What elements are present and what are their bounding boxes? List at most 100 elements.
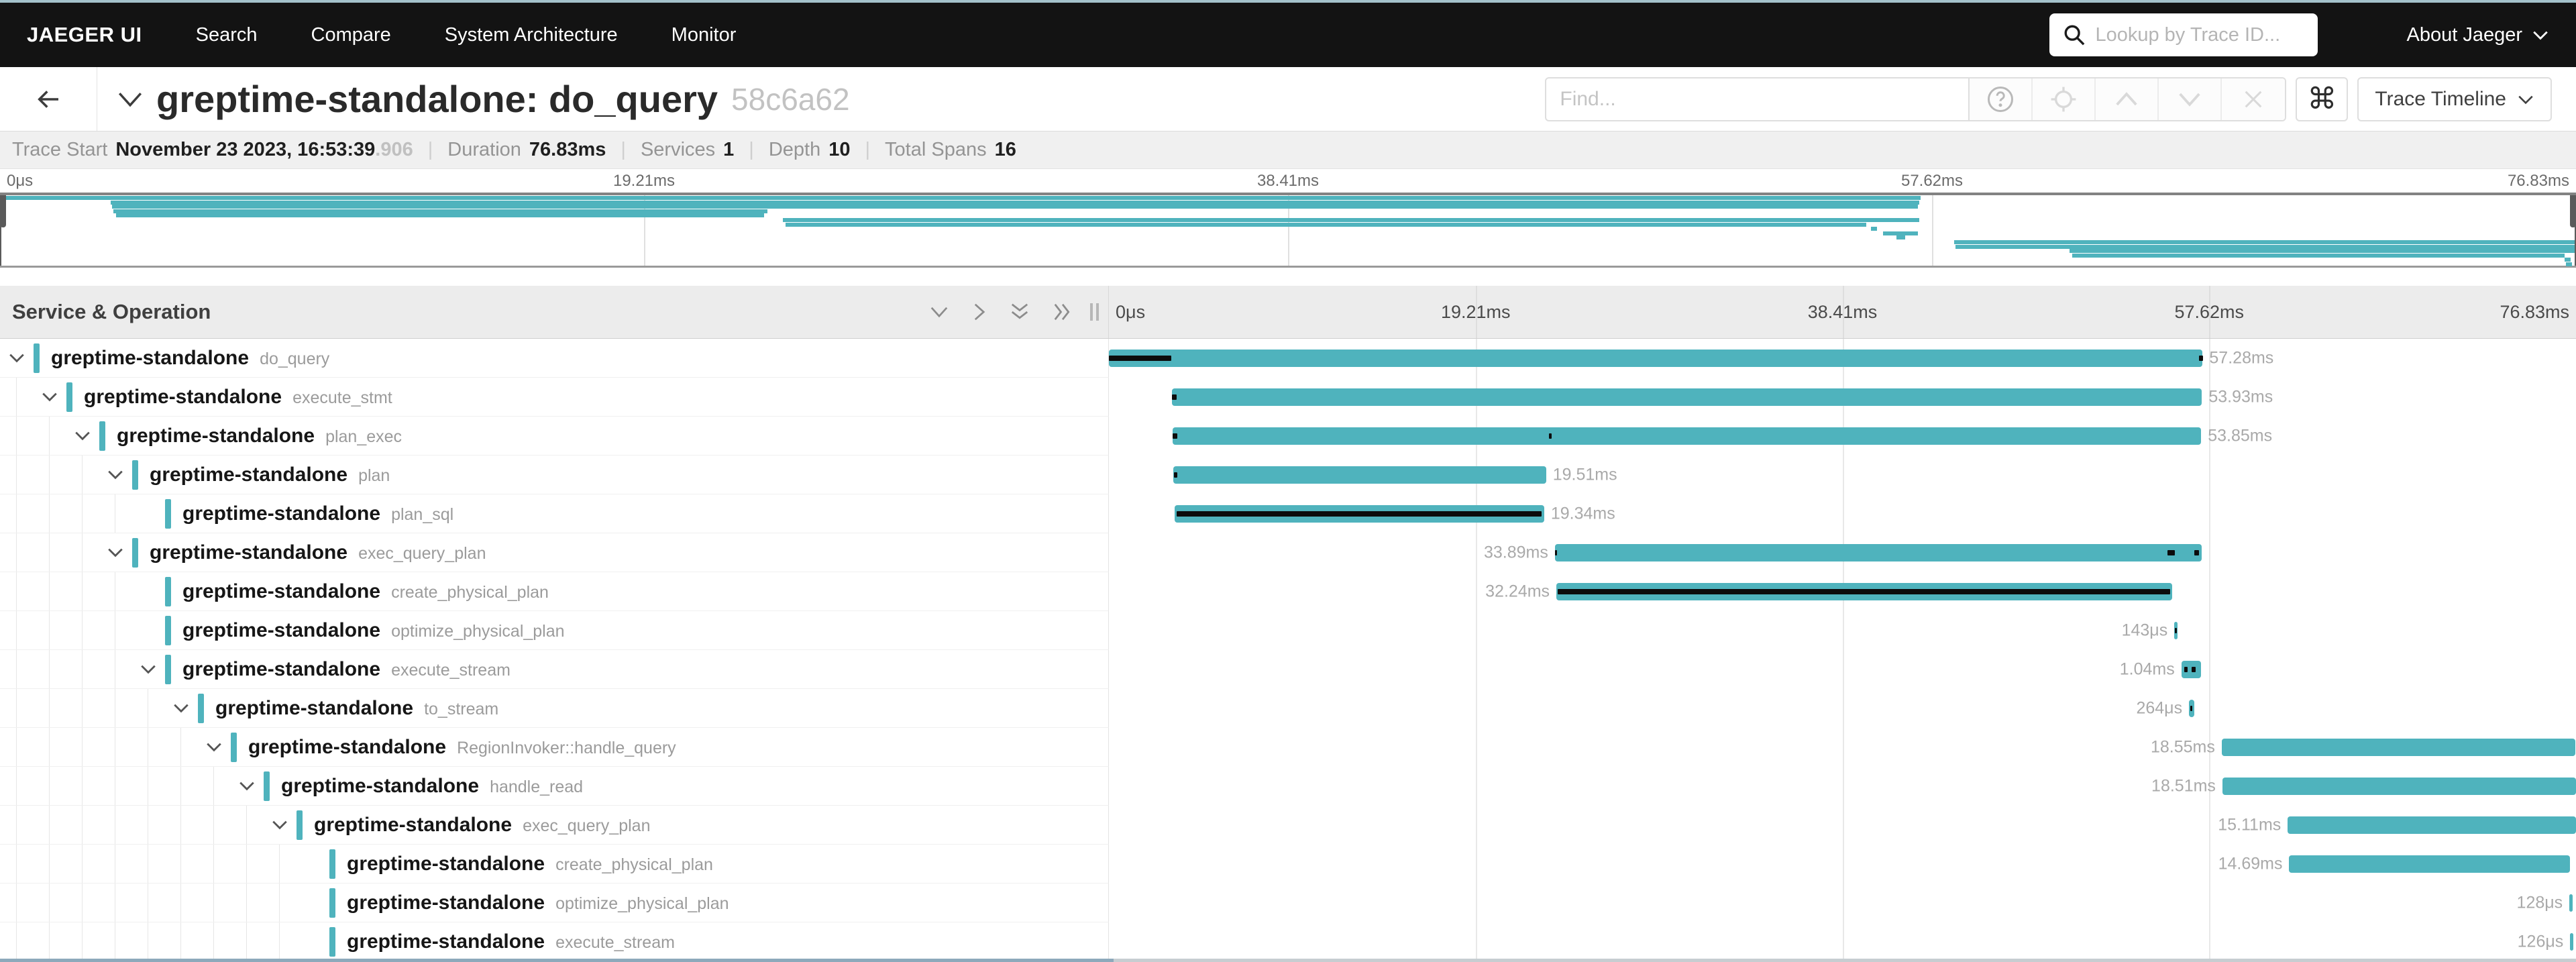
back-button[interactable] bbox=[0, 67, 97, 131]
span-name-cell[interactable]: greptime-standalonecreate_physical_plan bbox=[0, 572, 1109, 611]
find-clear-button[interactable] bbox=[2222, 78, 2285, 120]
span-labels: greptime-standalonehandle_read bbox=[281, 775, 583, 798]
span-name-cell[interactable]: greptime-standalonedo_query bbox=[0, 339, 1109, 378]
span-collapse-toggle[interactable] bbox=[205, 741, 223, 753]
minimap-scrubber-handle[interactable] bbox=[2570, 195, 2576, 227]
span-duration-bar[interactable] bbox=[2222, 778, 2576, 795]
tree-depth-guide bbox=[82, 845, 83, 883]
critical-path-segment bbox=[2199, 356, 2203, 361]
span-duration-bar[interactable] bbox=[1173, 466, 1546, 484]
span-color-bar bbox=[264, 771, 270, 801]
span-name-cell[interactable]: greptime-standalonecreate_physical_plan bbox=[0, 845, 1109, 884]
span-duration-bar[interactable] bbox=[2569, 894, 2573, 912]
span-duration-label: 14.69ms bbox=[2218, 855, 2283, 874]
tree-depth-guide bbox=[49, 650, 50, 688]
span-collapse-toggle[interactable] bbox=[107, 469, 124, 481]
span-collapse-toggle[interactable] bbox=[140, 663, 157, 676]
trace-view-selector[interactable]: Trace Timeline bbox=[2357, 77, 2552, 121]
minimap-scrubber-left[interactable] bbox=[0, 195, 1, 266]
tree-depth-guide bbox=[180, 884, 181, 922]
collapse-all-button[interactable] bbox=[929, 305, 949, 319]
tree-depth-guide bbox=[16, 728, 17, 766]
about-jaeger-menu[interactable]: About Jaeger bbox=[2406, 24, 2549, 46]
crosshair-icon bbox=[2049, 85, 2078, 113]
find-help-button[interactable] bbox=[1970, 78, 2033, 120]
span-row: greptime-standalonecreate_physical_plan 1… bbox=[0, 845, 2576, 884]
nav-link-compare[interactable]: Compare bbox=[311, 24, 391, 46]
keyboard-shortcuts-button[interactable]: ⌘ bbox=[2296, 77, 2348, 121]
chevron-down-icon bbox=[2517, 93, 2534, 105]
horizontal-scrollbar[interactable] bbox=[0, 959, 2576, 962]
find-input[interactable] bbox=[1560, 88, 1955, 111]
span-duration-bar[interactable] bbox=[2222, 739, 2575, 756]
span-duration-bar[interactable] bbox=[1109, 350, 2202, 367]
span-collapse-toggle[interactable] bbox=[41, 391, 58, 403]
span-name-cell[interactable]: greptime-standaloneoptimize_physical_pla… bbox=[0, 884, 1109, 922]
trace-minimap[interactable] bbox=[0, 193, 2576, 268]
span-service-name: greptime-standalone bbox=[150, 464, 347, 486]
span-name-cell[interactable]: greptime-standaloneexecute_stream bbox=[0, 650, 1109, 689]
tree-depth-guide bbox=[82, 806, 83, 844]
meta-label: Services bbox=[641, 139, 715, 161]
expand-all-button[interactable] bbox=[1010, 302, 1030, 322]
span-name-cell[interactable]: greptime-standaloneexecute_stmt bbox=[0, 378, 1109, 417]
span-name-cell[interactable]: greptime-standaloneplan bbox=[0, 456, 1109, 494]
span-collapse-toggle[interactable] bbox=[238, 780, 256, 792]
span-collapse-toggle[interactable] bbox=[74, 430, 91, 442]
expand-one-button[interactable] bbox=[972, 302, 987, 322]
jaeger-ui-logo[interactable]: JAEGER UI bbox=[27, 23, 142, 47]
find-controls bbox=[1970, 77, 2286, 121]
chevron-down-icon bbox=[74, 430, 91, 442]
minimap-span-line bbox=[1955, 245, 2576, 249]
trace-id-lookup-input[interactable] bbox=[2095, 24, 2304, 46]
span-collapse-toggle[interactable] bbox=[8, 352, 25, 364]
span-collapse-toggle[interactable] bbox=[172, 702, 190, 714]
minimap-scrubber-handle[interactable] bbox=[0, 195, 6, 227]
tree-depth-guide bbox=[213, 806, 214, 844]
scrollbar-thumb[interactable] bbox=[0, 959, 1114, 962]
critical-path-segment bbox=[1177, 511, 1542, 517]
span-name-cell[interactable]: greptime-standaloneoptimize_physical_pla… bbox=[0, 611, 1109, 650]
span-name-cell[interactable]: greptime-standaloneto_stream bbox=[0, 689, 1109, 728]
span-service-name: greptime-standalone bbox=[182, 502, 380, 525]
collapse-one-button[interactable] bbox=[1053, 302, 1073, 322]
span-name-cell[interactable]: greptime-standaloneexec_query_plan bbox=[0, 806, 1109, 845]
nav-link-search[interactable]: Search bbox=[196, 24, 258, 46]
trace-header-collapse-toggle[interactable] bbox=[116, 89, 144, 109]
span-duration-bar[interactable] bbox=[1173, 427, 2201, 445]
span-duration-bar[interactable] bbox=[2288, 816, 2576, 834]
nav-link-system-architecture[interactable]: System Architecture bbox=[445, 24, 618, 46]
span-duration-bar[interactable] bbox=[2570, 933, 2573, 951]
chevron-down-icon bbox=[2177, 91, 2202, 108]
span-operation-name: RegionInvoker::handle_query bbox=[457, 739, 676, 757]
span-name-cell[interactable]: greptime-standaloneplan_exec bbox=[0, 417, 1109, 456]
span-collapse-toggle[interactable] bbox=[107, 547, 124, 559]
span-color-bar bbox=[66, 382, 72, 412]
span-duration-label: 143μs bbox=[2122, 621, 2168, 641]
find-next-button[interactable] bbox=[2159, 78, 2222, 120]
meta-label: Total Spans bbox=[885, 139, 987, 161]
span-row: greptime-standaloneto_stream264μs bbox=[0, 689, 2576, 728]
span-duration-bar[interactable] bbox=[1172, 388, 2202, 406]
column-resizer-handle[interactable] bbox=[1090, 303, 1099, 321]
span-name-cell[interactable]: greptime-standaloneplan_sql bbox=[0, 494, 1109, 533]
span-name-cell[interactable]: greptime-standaloneexec_query_plan bbox=[0, 533, 1109, 572]
span-duration-bar[interactable] bbox=[1555, 544, 2202, 562]
tree-depth-guide bbox=[49, 845, 50, 883]
service-operation-title: Service & Operation bbox=[12, 300, 906, 324]
span-name-cell[interactable]: greptime-standaloneRegionInvoker::handle… bbox=[0, 728, 1109, 767]
minimap-span-line bbox=[2070, 249, 2576, 253]
span-name-cell[interactable]: greptime-standaloneexecute_stream bbox=[0, 922, 1109, 961]
nav-link-monitor[interactable]: Monitor bbox=[672, 24, 737, 46]
span-name-cell[interactable]: greptime-standalonehandle_read bbox=[0, 767, 1109, 806]
minimap-span-line bbox=[2566, 262, 2573, 266]
focus-span-button[interactable] bbox=[2033, 78, 2096, 120]
span-operation-name: create_physical_plan bbox=[555, 855, 713, 874]
tree-depth-guide bbox=[16, 494, 17, 533]
span-operation-name: execute_stream bbox=[555, 933, 675, 952]
span-duration-bar[interactable] bbox=[2289, 855, 2569, 873]
span-collapse-toggle[interactable] bbox=[271, 819, 288, 831]
tree-depth-guide bbox=[16, 845, 17, 883]
find-prev-button[interactable] bbox=[2096, 78, 2159, 120]
chevron-right-icon bbox=[972, 302, 987, 322]
